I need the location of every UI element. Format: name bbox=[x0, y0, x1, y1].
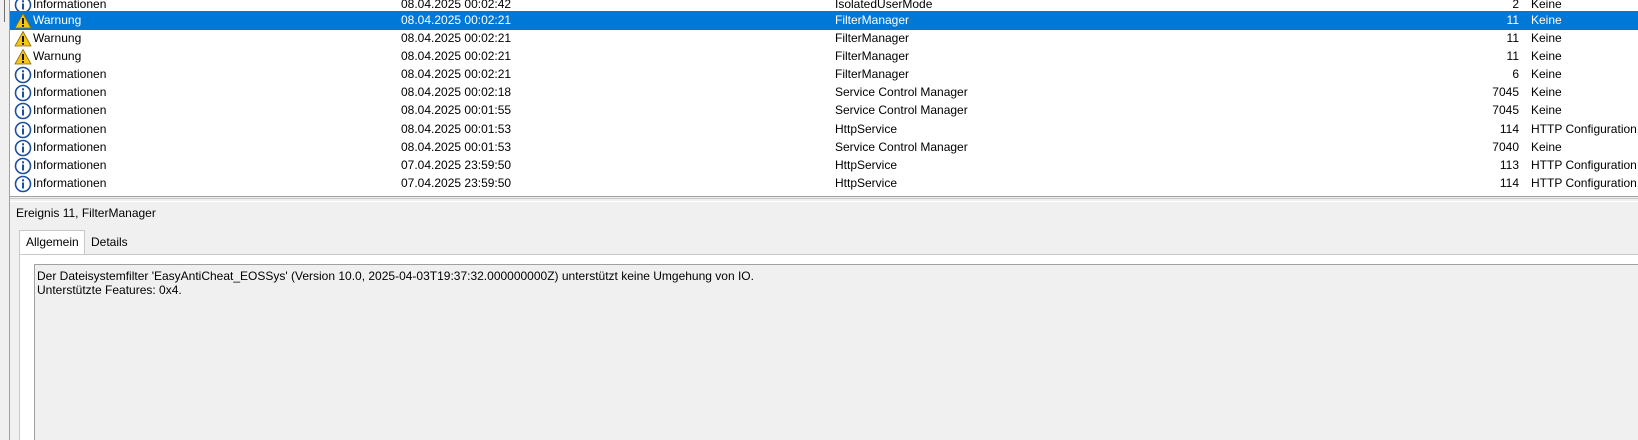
splitter-tick bbox=[1, 0, 5, 22]
event-level: Warnung bbox=[33, 31, 82, 45]
event-level: Informationen bbox=[33, 122, 107, 136]
event-level-icon-cell bbox=[14, 83, 32, 102]
event-category: HTTP Configuration P bbox=[1531, 158, 1638, 172]
event-source: FilterManager bbox=[835, 49, 910, 63]
info-icon bbox=[14, 102, 32, 120]
event-source: FilterManager bbox=[835, 13, 910, 27]
event-row[interactable]: Informationen 08.04.2025 00:01:55 Servic… bbox=[10, 101, 1638, 120]
event-list[interactable]: Informationen 08.04.2025 00:02:42 Isolat… bbox=[10, 0, 1638, 197]
event-source: Service Control Manager bbox=[835, 85, 968, 99]
event-level: Informationen bbox=[33, 140, 107, 154]
event-category: Keine bbox=[1531, 140, 1562, 154]
event-level: Informationen bbox=[33, 67, 107, 81]
event-date: 07.04.2025 23:59:50 bbox=[401, 158, 512, 172]
event-row[interactable]: Informationen 08.04.2025 00:02:18 Servic… bbox=[10, 83, 1638, 102]
event-viewer: Informationen 08.04.2025 00:02:42 Isolat… bbox=[0, 0, 1638, 440]
event-level-icon-cell bbox=[14, 138, 32, 157]
warning-icon bbox=[14, 30, 32, 47]
event-row[interactable]: Informationen 08.04.2025 00:01:53 Servic… bbox=[10, 138, 1638, 157]
info-icon bbox=[14, 66, 32, 84]
event-id: 113 bbox=[1499, 158, 1519, 172]
left-pane-edge[interactable] bbox=[0, 0, 10, 440]
event-details-header: Ereignis 11, FilterManager bbox=[16, 206, 156, 220]
event-level-icon-cell bbox=[14, 156, 32, 175]
event-level-icon-cell bbox=[14, 29, 32, 48]
event-id: 7045 bbox=[1492, 103, 1519, 117]
event-level: Warnung bbox=[33, 49, 82, 63]
event-level-icon-cell bbox=[14, 120, 32, 139]
info-icon bbox=[14, 175, 32, 193]
event-date: 08.04.2025 00:02:21 bbox=[401, 49, 512, 63]
tab-general[interactable]: Allgemein bbox=[19, 230, 85, 255]
event-date: 08.04.2025 00:01:55 bbox=[401, 103, 512, 117]
event-row[interactable]: Warnung 08.04.2025 00:02:21 FilterManage… bbox=[10, 29, 1638, 48]
event-category: Keine bbox=[1531, 31, 1562, 45]
event-id: 7040 bbox=[1492, 140, 1519, 154]
event-date: 07.04.2025 23:59:50 bbox=[401, 176, 512, 190]
event-level: Informationen bbox=[33, 85, 107, 99]
warning-icon bbox=[14, 48, 32, 65]
event-level-icon-cell bbox=[14, 11, 32, 30]
event-id: 11 bbox=[1506, 31, 1519, 45]
event-category: Keine bbox=[1531, 13, 1562, 27]
event-source: HttpService bbox=[835, 158, 898, 172]
event-category: HTTP Configuration P bbox=[1531, 176, 1638, 190]
event-category: Keine bbox=[1531, 49, 1562, 63]
event-date: 08.04.2025 00:02:21 bbox=[401, 67, 512, 81]
info-icon bbox=[14, 121, 32, 139]
event-level: Informationen bbox=[33, 158, 107, 172]
info-icon bbox=[14, 157, 32, 175]
event-id: 11 bbox=[1506, 49, 1519, 63]
info-icon bbox=[14, 139, 32, 157]
event-source: Service Control Manager bbox=[835, 140, 968, 154]
event-date: 08.04.2025 00:01:53 bbox=[401, 122, 512, 136]
event-level: Warnung bbox=[33, 13, 82, 27]
event-row[interactable]: Warnung 08.04.2025 00:02:21 FilterManage… bbox=[10, 11, 1638, 30]
event-level-icon-cell bbox=[14, 101, 32, 120]
message-line: Der Dateisystemfilter 'EasyAntiCheat_EOS… bbox=[37, 269, 754, 283]
event-row[interactable]: Informationen 08.04.2025 00:01:53 HttpSe… bbox=[10, 120, 1638, 139]
event-level: Informationen bbox=[33, 176, 107, 190]
event-category: HTTP Configuration P bbox=[1531, 122, 1638, 136]
event-id: 114 bbox=[1499, 176, 1519, 190]
event-row[interactable]: Informationen 07.04.2025 23:59:50 HttpSe… bbox=[10, 156, 1638, 175]
event-source: FilterManager bbox=[835, 67, 910, 81]
event-id: 6 bbox=[1512, 67, 1519, 81]
event-level-icon-cell bbox=[14, 65, 32, 84]
event-source: HttpService bbox=[835, 176, 898, 190]
warning-icon bbox=[14, 12, 32, 29]
event-level-icon-cell bbox=[14, 174, 32, 193]
message-line: Unterstützte Features: 0x4. bbox=[37, 283, 182, 297]
event-category: Keine bbox=[1531, 67, 1562, 81]
event-date: 08.04.2025 00:01:53 bbox=[401, 140, 512, 154]
event-category: Keine bbox=[1531, 85, 1562, 99]
info-icon bbox=[14, 84, 32, 102]
event-category: Keine bbox=[1531, 103, 1562, 117]
event-id: 7045 bbox=[1492, 85, 1519, 99]
tab-details[interactable]: Details bbox=[85, 231, 135, 253]
general-tab-panel: Der Dateisystemfilter 'EasyAntiCheat_EOS… bbox=[19, 254, 1638, 440]
event-level: Informationen bbox=[33, 103, 107, 117]
event-level-icon-cell bbox=[14, 47, 32, 66]
event-source: FilterManager bbox=[835, 31, 910, 45]
event-id: 114 bbox=[1499, 122, 1519, 136]
event-row[interactable]: Informationen 08.04.2025 00:02:21 Filter… bbox=[10, 65, 1638, 84]
event-message[interactable]: Der Dateisystemfilter 'EasyAntiCheat_EOS… bbox=[34, 264, 1638, 440]
event-row[interactable]: Informationen 07.04.2025 23:59:50 HttpSe… bbox=[10, 174, 1638, 193]
event-date: 08.04.2025 00:02:21 bbox=[401, 13, 512, 27]
pane-divider[interactable] bbox=[10, 198, 1638, 202]
event-row[interactable]: Warnung 08.04.2025 00:02:21 FilterManage… bbox=[10, 47, 1638, 66]
event-id: 11 bbox=[1506, 13, 1519, 27]
event-source: HttpService bbox=[835, 122, 898, 136]
event-date: 08.04.2025 00:02:18 bbox=[401, 85, 512, 99]
event-date: 08.04.2025 00:02:21 bbox=[401, 31, 512, 45]
event-source: Service Control Manager bbox=[835, 103, 968, 117]
